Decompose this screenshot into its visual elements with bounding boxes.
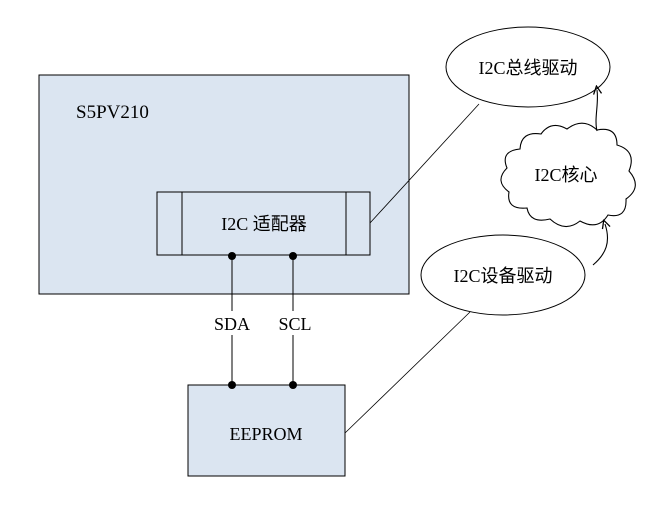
scl-bottom-node: [289, 381, 297, 389]
bus-driver-label: I2C总线驱动: [479, 58, 578, 78]
scl-label: SCL: [278, 314, 311, 334]
core-label: I2C核心: [535, 165, 598, 185]
device-driver-to-core-arrow: [592, 224, 608, 266]
core-to-bus-driver-arrow: [596, 90, 597, 132]
soc-label: S5PV210: [76, 102, 149, 123]
sda-bottom-node: [228, 381, 236, 389]
device-driver-label: I2C设备驱动: [454, 266, 553, 286]
diagram-stage: S5PV210 I2C 适配器 SDA SCL EEPROM I2C总线驱动 I…: [0, 0, 668, 506]
sda-label: SDA: [214, 314, 250, 334]
sda-top-node: [228, 252, 236, 260]
eeprom-to-device-driver-line: [344, 311, 471, 434]
adapter-label: I2C 适配器: [221, 214, 307, 234]
scl-top-node: [289, 252, 297, 260]
eeprom-label: EEPROM: [229, 424, 302, 444]
i2c-architecture-diagram: S5PV210 I2C 适配器 SDA SCL EEPROM I2C总线驱动 I…: [38, 26, 636, 477]
